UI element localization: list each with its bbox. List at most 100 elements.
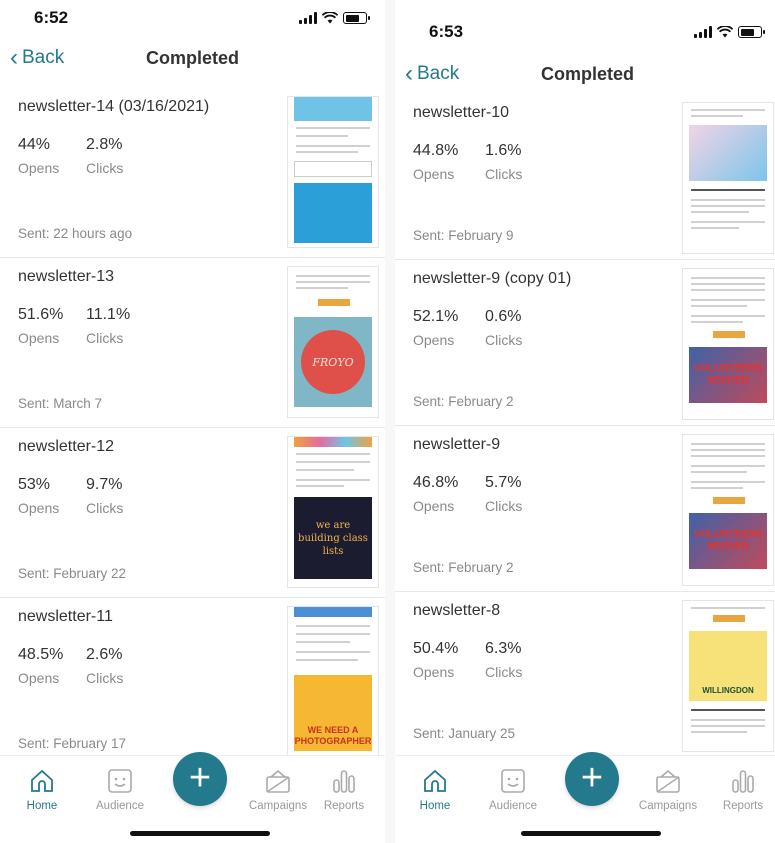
sent-date: Sent: February 17	[18, 736, 127, 751]
clicks-value: 5.7%	[485, 474, 522, 491]
newsletter-name: newsletter-14 (03/16/2021)	[18, 98, 210, 115]
opens-label: Opens	[18, 500, 60, 516]
tab-bar: Home Audience + Campaigns Reports	[0, 752, 385, 843]
clicks-metric: 1.6% Clicks	[485, 142, 522, 182]
newsletter-thumbnail: WE NEED A PHOTOGRAPHER	[287, 606, 379, 758]
newsletter-card[interactable]: newsletter-8 50.4% Opens 6.3% Clicks Sent:…	[395, 592, 775, 758]
opens-metric: 44% Opens	[18, 136, 59, 176]
back-label: Back	[22, 47, 65, 68]
newsletter-thumbnail: VOLUNTEERS NEEDED	[682, 434, 774, 586]
newsletter-card[interactable]: newsletter-10 44.8% Opens 1.6% Clicks Sent…	[395, 94, 775, 260]
newsletter-name: newsletter-13	[18, 268, 115, 285]
newsletter-card[interactable]: newsletter-12 53% Opens 9.7% Clicks Sent: …	[0, 428, 385, 598]
audience-icon	[501, 769, 525, 793]
reports-icon	[333, 770, 355, 793]
status-time: 6:53	[429, 22, 464, 41]
clicks-label: Clicks	[485, 166, 523, 182]
home-indicator[interactable]	[521, 831, 661, 836]
opens-metric: 44.8% Opens	[413, 142, 458, 182]
newsletter-card[interactable]: newsletter-13 51.6% Opens 11.1% Clicks Sen…	[0, 258, 385, 428]
thumbnail-text: FROYO	[312, 355, 354, 369]
newsletter-name: newsletter-9 (copy 01)	[413, 270, 572, 287]
newsletter-name: newsletter-8	[413, 602, 501, 619]
clicks-label: Clicks	[86, 670, 124, 686]
opens-metric: 48.5% Opens	[18, 646, 63, 686]
newsletter-name: newsletter-11	[18, 608, 113, 625]
clicks-label: Clicks	[485, 498, 523, 514]
tab-reports[interactable]: Reports	[708, 768, 775, 812]
opens-label: Opens	[18, 330, 60, 346]
opens-value: 52.1%	[413, 308, 459, 325]
signal-icon	[299, 12, 317, 24]
home-indicator[interactable]	[130, 831, 270, 836]
battery-icon	[738, 26, 765, 38]
tab-audience[interactable]: Audience	[85, 768, 155, 812]
newsletter-name: newsletter-10	[413, 104, 510, 121]
phone-screen-right: 6:53 ‹ Back Completed newsletter-10 44.8…	[395, 0, 775, 843]
status-icons	[694, 26, 765, 38]
back-button[interactable]: ‹ Back	[405, 62, 459, 86]
opens-label: Opens	[413, 332, 455, 348]
opens-value: 50.4%	[413, 640, 459, 657]
tab-reports[interactable]: Reports	[309, 768, 379, 812]
clicks-value: 11.1%	[86, 306, 131, 323]
nav-bar: ‹ Back Completed	[0, 42, 385, 78]
newsletter-thumbnail: WILLINGDON	[682, 600, 774, 752]
thumbnail-text: VOLUNTEERS NEEDED	[693, 529, 763, 552]
newsletter-card[interactable]: newsletter-9 46.8% Opens 5.7% Clicks Sent:…	[395, 426, 775, 592]
clicks-metric: 9.7% Clicks	[86, 476, 123, 516]
chevron-left-icon: ‹	[10, 44, 18, 71]
newsletter-card[interactable]: newsletter-11 48.5% Opens 2.6% Clicks Sent…	[0, 598, 385, 768]
status-bar: 6:53	[395, 18, 775, 50]
thumbnail-text: WE NEED A PHOTOGRAPHER	[294, 725, 372, 746]
newsletter-name: newsletter-12	[18, 438, 115, 455]
tab-home[interactable]: Home	[400, 768, 470, 812]
newsletter-list: newsletter-10 44.8% Opens 1.6% Clicks Sent…	[395, 94, 775, 758]
create-button[interactable]: +	[565, 752, 619, 806]
signal-icon	[694, 26, 712, 38]
newsletter-card[interactable]: newsletter-14 (03/16/2021) 44% Opens 2.8%…	[0, 88, 385, 258]
tab-label: Reports	[323, 800, 365, 812]
tab-home[interactable]: Home	[7, 768, 77, 812]
opens-label: Opens	[413, 166, 455, 182]
newsletter-list: newsletter-14 (03/16/2021) 44% Opens 2.8%…	[0, 88, 385, 768]
newsletter-thumbnail	[682, 102, 774, 254]
audience-icon	[108, 769, 132, 793]
opens-metric: 52.1% Opens	[413, 308, 458, 348]
tab-label: Home	[419, 800, 451, 812]
clicks-metric: 2.6% Clicks	[86, 646, 123, 686]
status-time: 6:52	[34, 8, 69, 27]
opens-label: Opens	[413, 664, 455, 680]
create-button[interactable]: +	[173, 752, 227, 806]
newsletter-name: newsletter-9	[413, 436, 501, 453]
newsletter-card[interactable]: newsletter-9 (copy 01) 52.1% Opens 0.6% Cl…	[395, 260, 775, 426]
clicks-label: Clicks	[86, 500, 124, 516]
newsletter-thumbnail: VOLUNTEERS NEEDED	[682, 268, 774, 420]
opens-label: Opens	[18, 160, 60, 176]
wifi-icon	[322, 12, 338, 24]
opens-metric: 53% Opens	[18, 476, 59, 516]
clicks-value: 0.6%	[485, 308, 522, 325]
clicks-value: 2.6%	[86, 646, 123, 663]
newsletter-thumbnail: FROYO	[287, 266, 379, 418]
clicks-metric: 0.6% Clicks	[485, 308, 522, 348]
thumbnail-text: VOLUNTEERS NEEDED	[693, 363, 763, 386]
reports-icon	[732, 770, 754, 793]
tab-label: Audience	[489, 800, 537, 812]
status-bar: 6:52	[0, 4, 385, 36]
thumbnail-text: we are building class lists	[298, 519, 368, 557]
clicks-label: Clicks	[86, 160, 124, 176]
back-label: Back	[417, 63, 460, 84]
tab-label: Reports	[722, 800, 764, 812]
battery-icon	[343, 12, 370, 24]
tab-audience[interactable]: Audience	[478, 768, 548, 812]
tab-campaigns[interactable]: Campaigns	[243, 768, 313, 812]
opens-value: 48.5%	[18, 646, 64, 663]
tab-label: Home	[26, 800, 58, 812]
tab-campaigns[interactable]: Campaigns	[633, 768, 703, 812]
clicks-metric: 6.3% Clicks	[485, 640, 522, 680]
home-icon	[424, 769, 446, 792]
opens-value: 46.8%	[413, 474, 459, 491]
back-button[interactable]: ‹ Back	[10, 46, 64, 70]
status-icons	[299, 12, 370, 24]
